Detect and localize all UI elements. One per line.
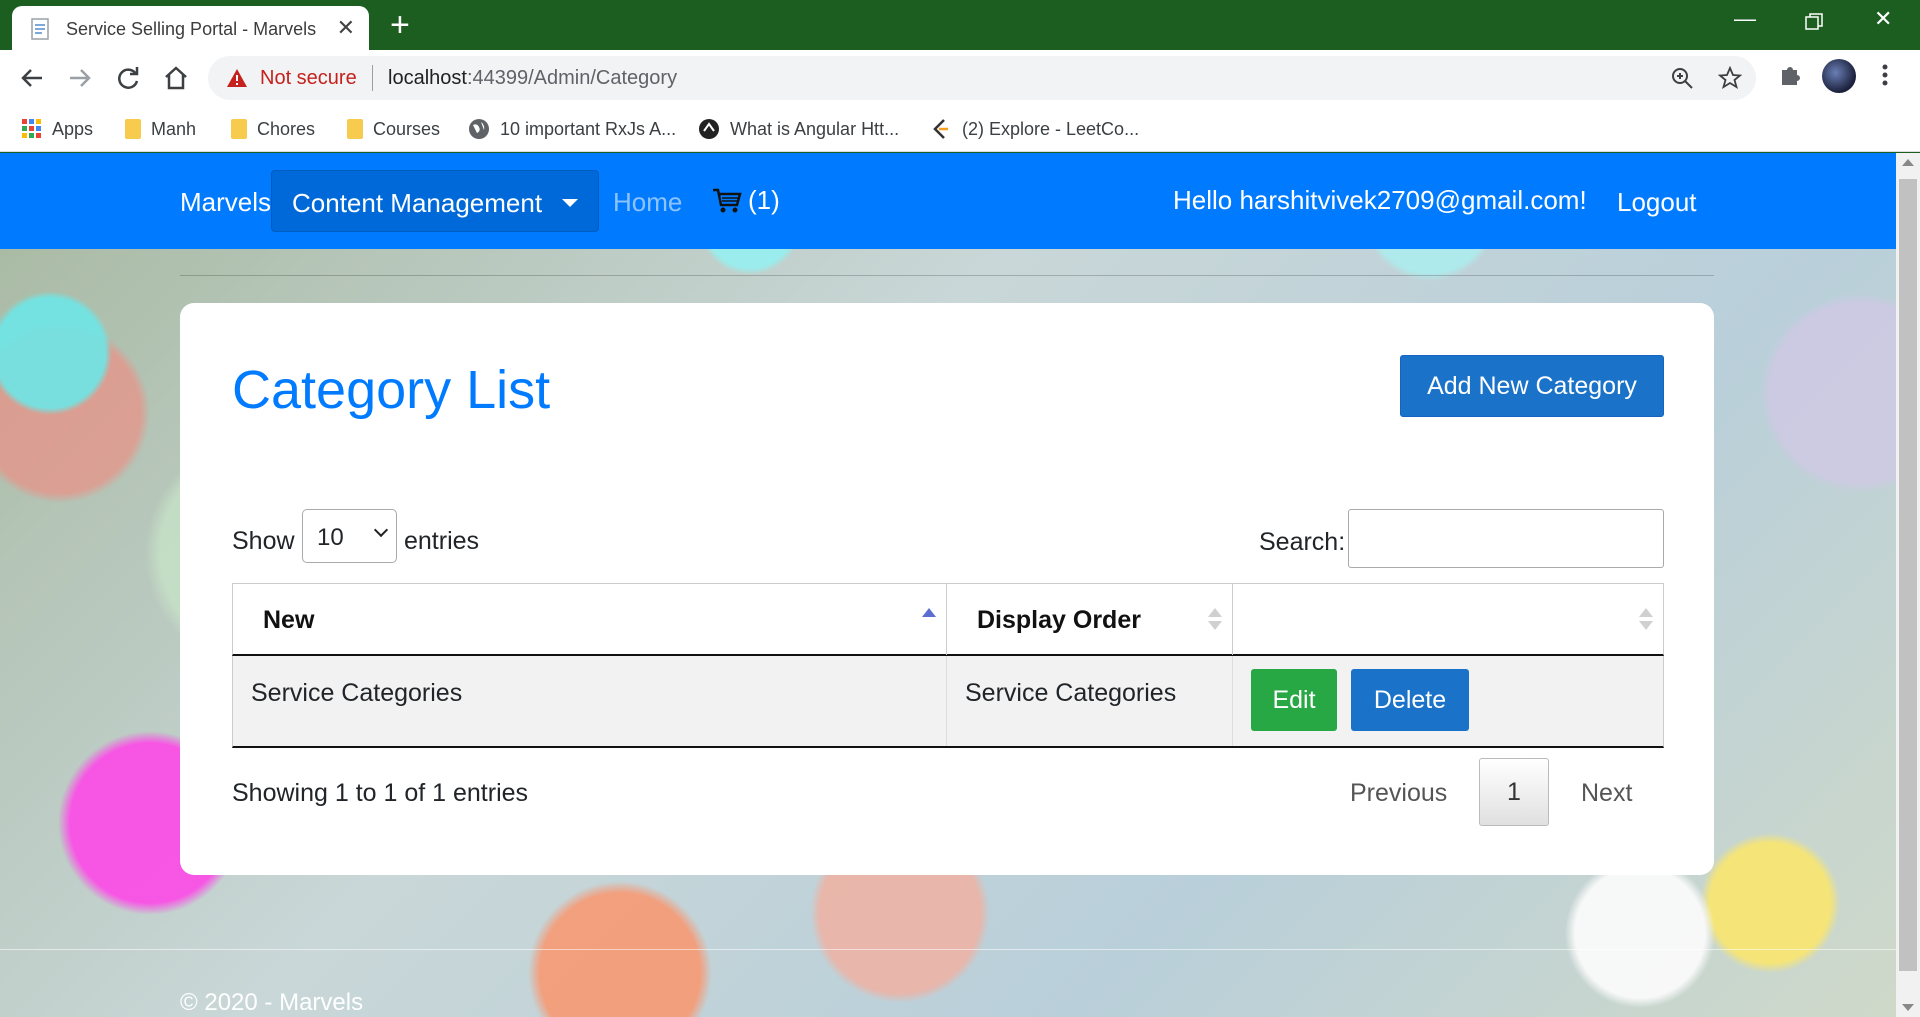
top-navbar: Marvels Content Management Home (1) Hell… (0, 153, 1896, 249)
show-label: Show (232, 527, 295, 555)
apps-grid-icon (22, 119, 41, 138)
bookmark-rxjs[interactable]: 10 important RxJs A... (468, 116, 676, 142)
cell-name: Service Categories (233, 656, 947, 746)
bookmark-manh[interactable]: Manh (125, 116, 196, 142)
sort-ascending-icon (922, 608, 936, 617)
url-host: localhost (388, 67, 467, 89)
bookmark-label: What is Angular Htt... (730, 118, 900, 139)
scrollbar-thumb[interactable] (1899, 179, 1917, 971)
page-scrollbar[interactable] (1896, 153, 1920, 1017)
nav-home-link[interactable]: Home (613, 187, 682, 218)
bookmark-courses[interactable]: Courses (347, 116, 440, 142)
bookmark-apps[interactable]: Apps (22, 116, 93, 142)
url-text[interactable]: localhost:44399/Admin/Category (388, 67, 677, 90)
content-management-dropdown[interactable]: Content Management (271, 170, 599, 232)
entries-label: entries (404, 527, 480, 555)
window-close-icon[interactable]: ✕ (1874, 6, 1892, 32)
browser-tab[interactable]: Service Selling Portal - Marvels ✕ (12, 6, 369, 50)
url-separator (372, 65, 373, 91)
browser-toolbar: Not secure localhost:44399/Admin/Categor… (0, 50, 1920, 106)
caret-down-icon (562, 199, 578, 207)
cart-icon (713, 188, 742, 212)
extensions-puzzle-icon[interactable] (1778, 62, 1804, 88)
footer-text: © 2020 - Marvels (180, 989, 364, 1016)
profile-avatar[interactable] (1822, 59, 1856, 93)
leetcode-icon (933, 119, 948, 139)
page-length-select[interactable]: 10 (302, 509, 397, 563)
bookmark-label: Apps (52, 118, 94, 139)
table-info: Showing 1 to 1 of 1 entries (232, 779, 529, 807)
bookmark-chores[interactable]: Chores (231, 116, 315, 142)
bookmark-label: Courses (373, 118, 441, 139)
cell-text: Service Categories (251, 679, 463, 707)
reload-icon[interactable] (112, 62, 144, 94)
bookmarks-bar: Apps Manh Chores Courses 10 important Rx… (0, 106, 1920, 152)
table-header: New Display Order (232, 583, 1664, 656)
warning-icon (227, 69, 247, 87)
folder-icon (347, 119, 363, 139)
not-secure-label[interactable]: Not secure (260, 67, 357, 90)
bookmark-label: Manh (151, 118, 197, 139)
pagination-next[interactable]: Next (1581, 779, 1632, 808)
scroll-down-icon[interactable] (1902, 1004, 1914, 1011)
column-header-new[interactable]: New (233, 584, 947, 655)
sort-icon (1639, 608, 1653, 632)
pagination-previous[interactable]: Previous (1350, 779, 1447, 808)
page-viewport: Marvels Content Management Home (1) Hell… (0, 153, 1896, 1017)
column-header-display-order[interactable]: Display Order (947, 584, 1233, 655)
add-new-category-button[interactable]: Add New Category (1400, 355, 1664, 417)
bookmark-leetcode[interactable]: (2) Explore - LeetCo... (930, 116, 1139, 142)
page-length-value: 10 (317, 524, 344, 551)
divider-bottom (0, 949, 1896, 950)
tab-close-icon[interactable]: ✕ (337, 15, 355, 41)
tab-title: Service Selling Portal - Marvels (66, 19, 317, 39)
globe-icon (469, 119, 489, 139)
chevron-down-icon (373, 522, 389, 538)
cell-actions: Edit Delete (1233, 656, 1663, 746)
page-favicon-icon (31, 18, 49, 40)
brand-link[interactable]: Marvels (180, 187, 271, 218)
minimize-icon[interactable]: — (1734, 6, 1756, 32)
bookmark-star-icon[interactable] (1718, 66, 1742, 90)
folder-icon (231, 119, 247, 139)
column-header-actions[interactable] (1233, 584, 1663, 655)
pagination-page-1[interactable]: 1 (1479, 758, 1549, 826)
divider-top (180, 275, 1714, 276)
restore-icon[interactable] (1805, 13, 1823, 31)
bookmark-label: 10 important RxJs A... (500, 118, 677, 139)
edit-button[interactable]: Edit (1251, 669, 1337, 731)
browser-tabstrip: Service Selling Portal - Marvels ✕ + — ✕ (0, 0, 1920, 50)
page-title: Category List (232, 360, 551, 420)
new-tab-icon[interactable]: + (390, 8, 410, 42)
cell-display-order: Service Categories (947, 656, 1233, 746)
cart-count: (1) (748, 185, 780, 215)
bookmark-label: Chores (257, 118, 316, 139)
folder-icon (125, 119, 141, 139)
url-path: :44399/Admin/Category (466, 67, 678, 89)
sort-icon (1208, 608, 1222, 632)
nav-cart-link[interactable]: (1) (712, 185, 780, 216)
address-bar[interactable]: Not secure localhost:44399/Admin/Categor… (208, 56, 1756, 100)
forward-arrow-icon[interactable] (64, 62, 96, 94)
scroll-up-icon[interactable] (1902, 159, 1914, 166)
user-greeting-link[interactable]: Hello harshitvivek2709@gmail.com! (1173, 185, 1587, 216)
delete-button[interactable]: Delete (1351, 669, 1469, 731)
zoom-icon[interactable] (1670, 66, 1694, 90)
bookmark-angular-http[interactable]: What is Angular Htt... (698, 116, 899, 142)
logout-link[interactable]: Logout (1617, 187, 1697, 218)
bookmark-label: (2) Explore - LeetCo... (962, 118, 1140, 139)
menu-kebab-icon[interactable] (1880, 62, 1890, 88)
home-icon[interactable] (160, 62, 192, 94)
search-input[interactable] (1348, 509, 1664, 568)
category-card: Category List Add New Category Show 10 e… (180, 303, 1714, 875)
back-arrow-icon[interactable] (16, 62, 48, 94)
site-icon (699, 119, 719, 139)
search-label: Search: (1259, 528, 1346, 556)
column-header-label: New (263, 606, 315, 634)
dropdown-label: Content Management (292, 188, 543, 218)
cell-text: Service Categories (965, 679, 1177, 707)
table-row: Service Categories Service Categories Ed… (232, 656, 1664, 748)
column-header-label: Display Order (977, 606, 1141, 634)
